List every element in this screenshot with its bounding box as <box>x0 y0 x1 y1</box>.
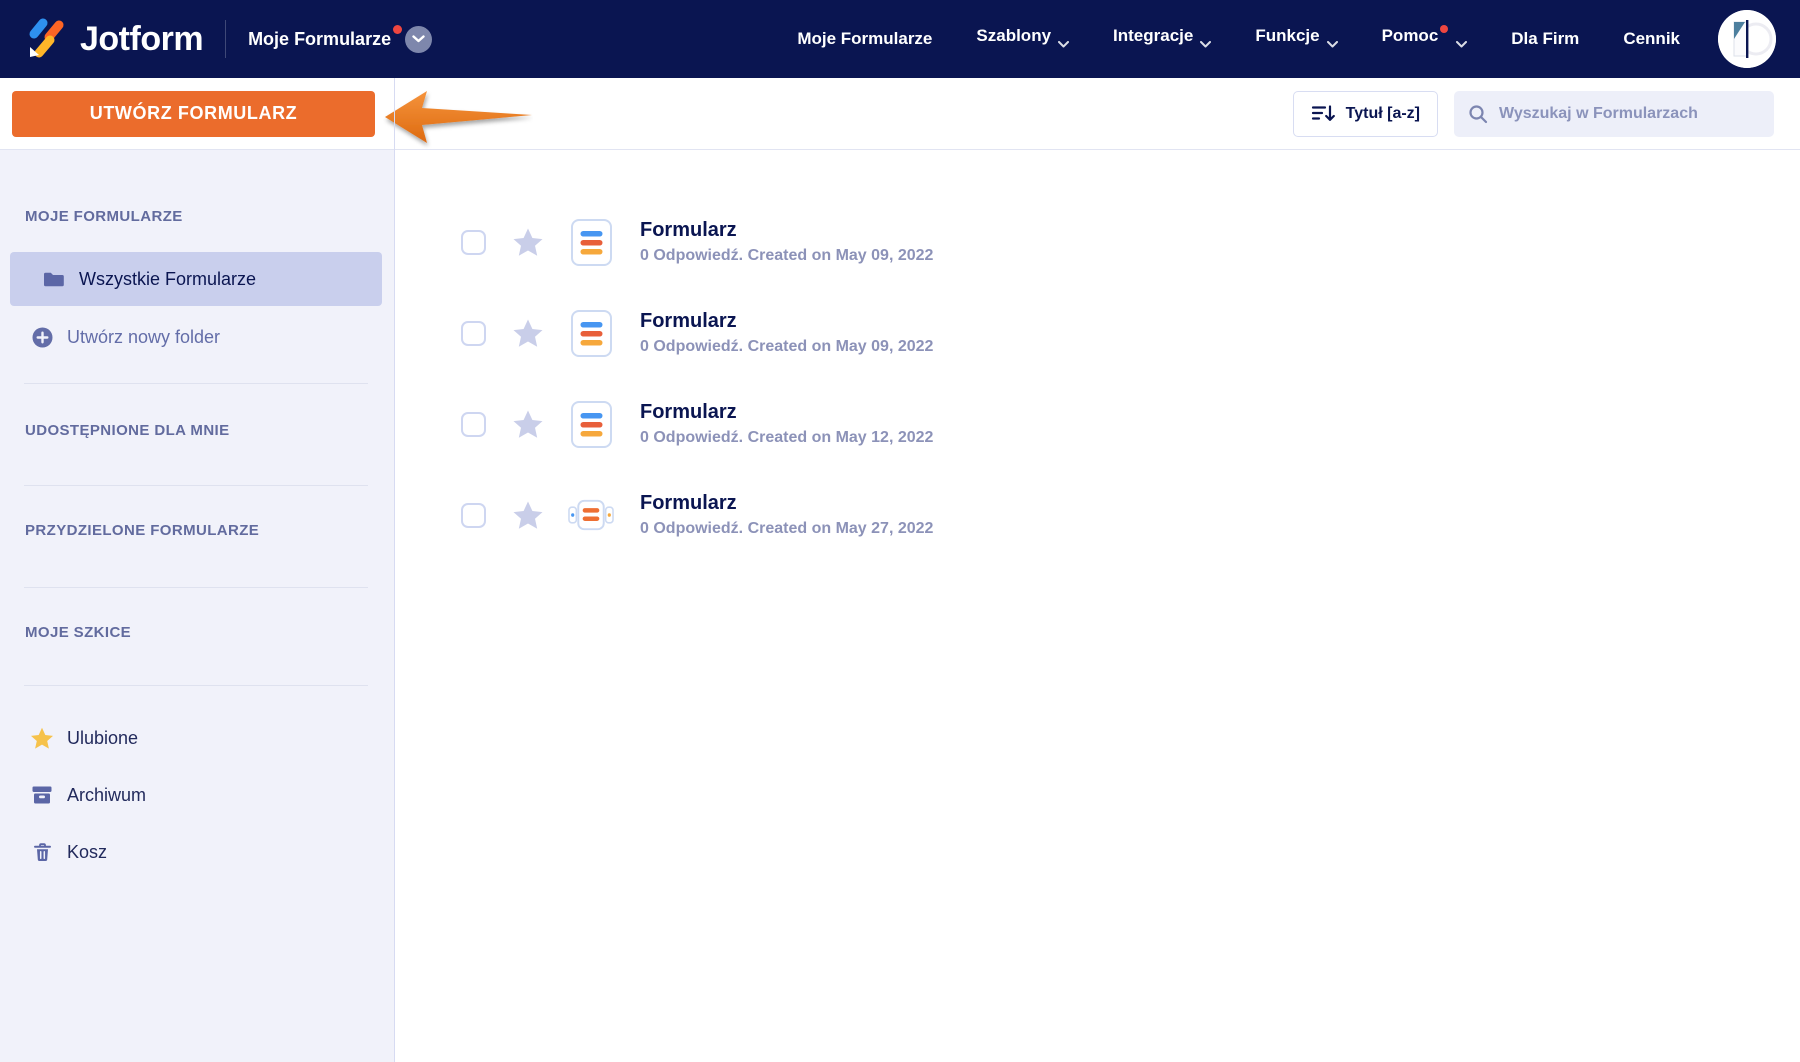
favorite-star-icon[interactable] <box>512 500 544 530</box>
form-row[interactable]: Formularz 0 Odpowiedź. Created on May 12… <box>395 384 1800 464</box>
archive-icon <box>30 786 54 804</box>
navbar-separator <box>225 20 227 58</box>
sidebar-divider <box>24 383 368 384</box>
nav-item-szablony[interactable]: Szablony <box>976 26 1070 53</box>
folder-icon <box>42 272 66 287</box>
plus-circle-icon <box>30 327 54 348</box>
sidebar-item-label: Utwórz nowy folder <box>67 326 221 347</box>
search-icon <box>1468 104 1488 124</box>
trash-icon <box>30 842 54 862</box>
sidebar-item-label: Ulubione <box>67 727 139 748</box>
list-toolbar: UTWÓRZ FORMULARZ Tytuł [a-z] Wyszukaj w … <box>0 78 1800 150</box>
sidebar-item-label: Archiwum <box>67 784 147 805</box>
jotform-logo-text: Jotform <box>80 19 204 58</box>
form-row-text: Formularz 0 Odpowiedź. Created on May 09… <box>640 219 933 265</box>
nav-item-funkcje[interactable]: Funkcje <box>1255 26 1338 53</box>
sidebar-item-label: Kosz <box>67 841 108 862</box>
row-checkbox[interactable] <box>461 320 486 346</box>
row-checkbox[interactable] <box>461 411 486 437</box>
sidebar-item-favorites[interactable]: Ulubione <box>0 721 394 755</box>
form-row-text: Formularz 0 Odpowiedź. Created on May 09… <box>640 310 933 356</box>
sidebar-header-assigned: PRZYDZIELONE FORMULARZE <box>25 522 260 539</box>
form-row[interactable]: Formularz 0 Odpowiedź. Created on May 09… <box>395 293 1800 373</box>
search-box[interactable] <box>1454 90 1774 137</box>
row-checkbox[interactable] <box>461 502 486 528</box>
chevron-down-icon[interactable] <box>405 25 433 53</box>
nav-item-moje-formularze[interactable]: Moje Formularze <box>797 29 932 49</box>
sidebar-item-all-forms[interactable]: Wszystkie Formularze <box>10 252 382 306</box>
sidebar-item-new-folder[interactable]: Utwórz nowy folder <box>0 320 394 354</box>
sidebar-divider <box>24 485 368 486</box>
annotation-arrow-icon <box>383 88 533 155</box>
sidebar-header-shared: UDOSTĘPNIONE DLA MNIE <box>25 422 230 439</box>
nav-item-cennik[interactable]: Cennik <box>1623 29 1680 49</box>
form-meta: 0 Odpowiedź. Created on May 09, 2022 <box>640 247 934 264</box>
sidebar-header-drafts: MOJE SZKICE <box>25 624 132 641</box>
form-meta: 0 Odpowiedź. Created on May 12, 2022 <box>640 429 934 446</box>
sidebar-divider <box>24 587 368 588</box>
star-icon <box>30 727 54 750</box>
row-checkbox[interactable] <box>461 229 486 255</box>
forms-list: Formularz 0 Odpowiedź. Created on May 09… <box>395 150 1800 1062</box>
search-input[interactable] <box>1499 104 1760 123</box>
favorite-star-icon[interactable] <box>512 409 544 439</box>
form-title[interactable]: Formularz <box>640 219 933 242</box>
form-meta: 0 Odpowiedź. Created on May 09, 2022 <box>640 338 934 355</box>
chevron-down-icon <box>1058 33 1070 53</box>
nav-item-dla-firm[interactable]: Dla Firm <box>1511 29 1579 49</box>
sidebar-main-divider <box>394 78 395 1062</box>
form-title[interactable]: Formularz <box>640 492 933 515</box>
classic-form-icon <box>568 400 614 448</box>
card-form-icon <box>568 495 614 535</box>
sidebar-header-my-forms: MOJE FORMULARZE <box>25 208 183 225</box>
workspace-label: Moje Formularze <box>248 24 403 50</box>
nav-item-integracje[interactable]: Integracje <box>1113 26 1212 53</box>
toolbar-right-controls: Tytuł [a-z] <box>1292 90 1774 137</box>
sidebar-divider <box>24 685 368 686</box>
form-meta: 0 Odpowiedź. Created on May 27, 2022 <box>640 520 934 537</box>
nav-item-pomoc[interactable]: Pomoc <box>1382 24 1468 53</box>
jotform-logo-icon <box>22 16 68 62</box>
jotform-logo[interactable]: Jotform <box>22 16 204 62</box>
sidebar-item-archive[interactable]: Archiwum <box>0 778 394 812</box>
form-title[interactable]: Formularz <box>640 310 933 333</box>
classic-form-icon <box>568 309 614 357</box>
form-row-text: Formularz 0 Odpowiedź. Created on May 27… <box>640 492 933 538</box>
notification-dot <box>1440 24 1449 33</box>
sidebar-item-label: Wszystkie Formularze <box>79 268 257 289</box>
top-navbar: Jotform Moje Formularze Moje Formularze … <box>0 0 1800 78</box>
favorite-star-icon[interactable] <box>512 227 544 257</box>
form-row[interactable]: Formularz 0 Odpowiedź. Created on May 09… <box>395 202 1800 282</box>
create-form-button[interactable]: UTWÓRZ FORMULARZ <box>12 90 375 137</box>
user-avatar[interactable] <box>1718 10 1776 68</box>
sort-button[interactable]: Tytuł [a-z] <box>1292 90 1438 137</box>
sidebar: MOJE FORMULARZE Wszystkie Formularze Utw… <box>0 150 394 1062</box>
navbar-menu: Moje Formularze Szablony Integracje Funk… <box>797 24 1680 53</box>
chevron-down-icon <box>1200 33 1212 53</box>
chevron-down-icon <box>1456 33 1468 53</box>
form-row[interactable]: Formularz 0 Odpowiedź. Created on May 27… <box>395 475 1800 555</box>
sidebar-item-trash[interactable]: Kosz <box>0 835 394 869</box>
form-row-text: Formularz 0 Odpowiedź. Created on May 12… <box>640 401 933 447</box>
form-title[interactable]: Formularz <box>640 401 933 424</box>
workspace-switcher[interactable]: Moje Formularze <box>248 24 433 53</box>
favorite-star-icon[interactable] <box>512 318 544 348</box>
classic-form-icon <box>568 218 614 266</box>
sort-icon <box>1311 104 1335 123</box>
notification-dot <box>393 24 403 34</box>
chevron-down-icon <box>1326 33 1338 53</box>
